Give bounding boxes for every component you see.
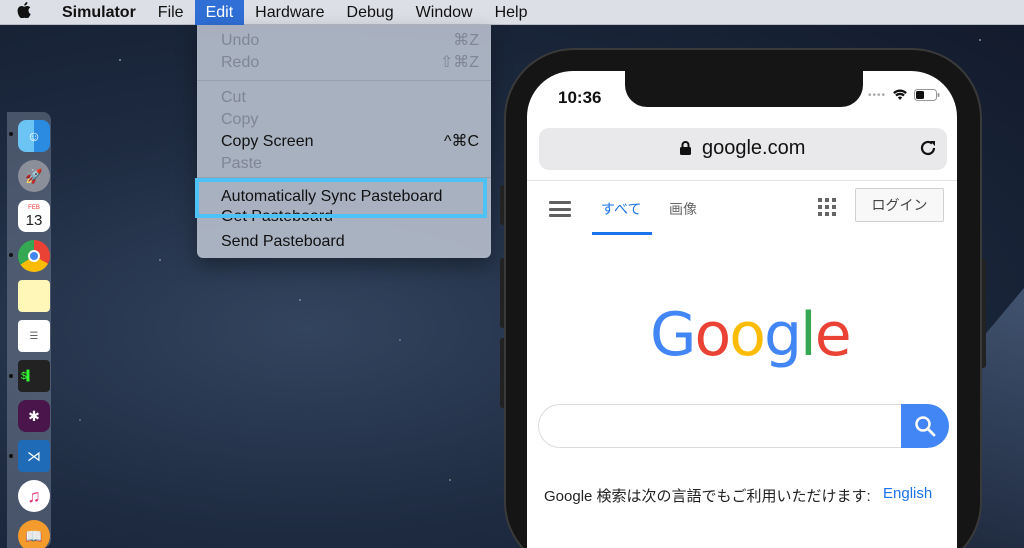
battery-icon	[914, 89, 940, 101]
apple-menu-icon[interactable]	[0, 1, 48, 23]
tab-all[interactable]: すべて	[601, 199, 641, 219]
menu-item-label: Redo	[221, 54, 260, 71]
running-indicator	[9, 253, 13, 257]
menu-item-copy-screen[interactable]: Copy Screen ^⌘C	[197, 131, 491, 153]
slack-icon[interactable]: ✱	[18, 400, 50, 432]
calendar-icon[interactable]: FEB 13	[18, 200, 50, 232]
signal-icon: ••••	[868, 89, 887, 101]
books-icon[interactable]: 📖	[18, 520, 50, 548]
chrome-icon[interactable]	[18, 240, 50, 272]
menu-item-label: Undo	[221, 32, 260, 49]
apps-grid-icon[interactable]	[818, 198, 836, 216]
menu-item-shortcut: ^⌘C	[443, 133, 479, 150]
tabs-divider	[527, 180, 957, 181]
menu-separator	[197, 80, 491, 81]
menu-item-cut[interactable]: Cut	[197, 87, 491, 109]
menu-item-shortcut: ⌘Z	[453, 32, 479, 49]
calendar-day: 13	[25, 211, 43, 229]
menu-edit[interactable]: Edit	[194, 0, 245, 25]
menu-help[interactable]: Help	[484, 0, 539, 25]
reload-icon[interactable]	[918, 138, 938, 158]
menu-item-paste[interactable]: Paste	[197, 153, 491, 175]
menu-window[interactable]: Window	[405, 0, 484, 25]
menu-item-label: Send Pasteboard	[221, 233, 345, 250]
terminal-icon[interactable]: $▍	[18, 360, 50, 392]
login-button[interactable]: ログイン	[855, 188, 944, 222]
reminders-icon[interactable]: ☰	[18, 320, 50, 352]
search-input[interactable]	[538, 404, 904, 448]
lock-icon	[680, 141, 691, 155]
running-indicator	[9, 374, 13, 378]
status-time: 10:36	[558, 88, 602, 107]
menu-item-shortcut: ⇧⌘Z	[439, 54, 479, 71]
menu-item-label: Paste	[221, 155, 262, 172]
status-icons: ••••	[868, 89, 940, 101]
tab-active-underline	[592, 232, 652, 235]
running-indicator	[9, 132, 13, 136]
hamburger-menu-icon[interactable]	[549, 201, 571, 217]
menu-item-copy[interactable]: Copy	[197, 109, 491, 131]
menu-item-redo[interactable]: Redo ⇧⌘Z	[197, 52, 491, 74]
dock: ☺ 🚀 FEB 13 ☰ $▍ ✱ ⋊ ♫ 📖	[7, 112, 51, 548]
running-indicator	[9, 454, 13, 458]
menu-item-label: Copy Screen	[221, 133, 314, 150]
finder-icon[interactable]: ☺	[18, 120, 50, 152]
search-button[interactable]	[901, 404, 949, 448]
itunes-icon[interactable]: ♫	[18, 480, 50, 512]
menu-hardware[interactable]: Hardware	[244, 0, 335, 25]
google-logo: Google	[650, 300, 852, 370]
address-text: google.com	[702, 137, 806, 159]
tab-images[interactable]: 画像	[669, 199, 697, 219]
menu-item-undo[interactable]: Undo ⌘Z	[197, 30, 491, 52]
language-offer-text: Google 検索は次の言語でもご利用いただけます:	[544, 488, 871, 505]
menu-file[interactable]: File	[147, 0, 195, 25]
search-icon	[915, 416, 936, 437]
vscode-icon[interactable]: ⋊	[18, 440, 50, 472]
english-link[interactable]: English	[883, 485, 932, 502]
menu-item-send-pasteboard[interactable]: Send Pasteboard	[197, 231, 491, 253]
edit-menu-dropdown: Undo ⌘Z Redo ⇧⌘Z Cut Copy Copy Screen ^⌘…	[197, 25, 491, 258]
wifi-icon	[893, 89, 907, 100]
menu-debug[interactable]: Debug	[336, 0, 405, 25]
menu-simulator[interactable]: Simulator	[48, 0, 147, 25]
phone-notch	[625, 71, 863, 107]
menu-bar: Simulator File Edit Hardware Debug Windo…	[0, 0, 1024, 25]
launchpad-icon[interactable]: 🚀	[18, 160, 50, 192]
menu-item-auto-sync-pasteboard[interactable]: Automatically Sync Pasteboard	[221, 188, 442, 206]
menu-item-label: Cut	[221, 89, 246, 106]
menu-item-label: Copy	[221, 111, 259, 128]
notes-icon[interactable]	[18, 280, 50, 312]
